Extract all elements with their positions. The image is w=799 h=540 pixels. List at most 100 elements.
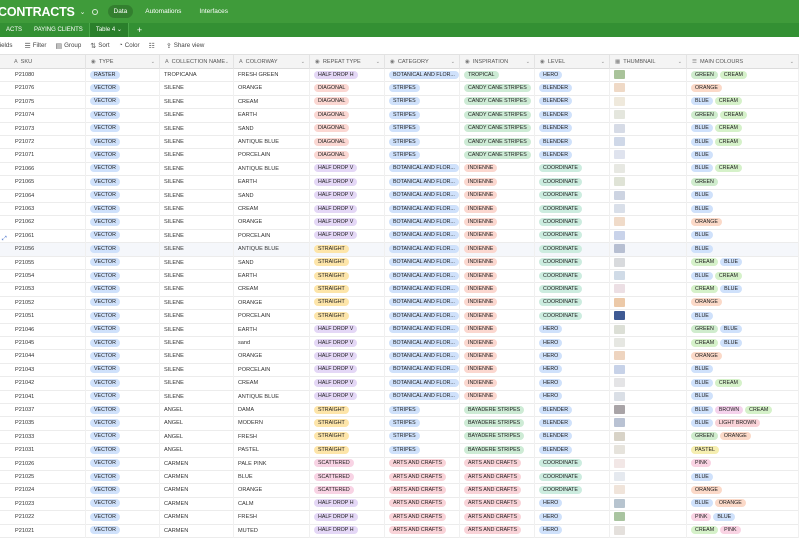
cell-category[interactable]: ARTS AND CRAFTS (385, 524, 460, 538)
cell-category[interactable]: STRIPES (385, 430, 460, 445)
cell-repeat-type[interactable]: HALF DROP V (310, 203, 385, 217)
cell-collection[interactable]: CARMEN (160, 524, 234, 538)
cell-main-colours[interactable]: CREAM PINK (687, 524, 799, 538)
cell-repeat-type[interactable]: SCATTERED (310, 484, 385, 498)
cell-type[interactable]: VECTOR (86, 270, 160, 284)
cell-collection[interactable]: CARMEN (160, 457, 234, 471)
cell-inspiration[interactable]: BAYADERE STRIPES (460, 444, 535, 458)
cell-inspiration[interactable]: INDIENNE (460, 229, 535, 244)
cell-sku[interactable]: P21075 (0, 95, 86, 110)
cell-type[interactable]: VECTOR (86, 524, 160, 538)
cell-level[interactable]: HERO (535, 390, 610, 404)
thumbnail-image[interactable] (614, 297, 625, 307)
cell-category[interactable]: BOTANICAL AND FLOR... (385, 283, 460, 297)
cell-main-colours[interactable]: ORANGE (687, 216, 799, 230)
cell-main-colours[interactable]: BLUE (687, 390, 799, 404)
cell-sku[interactable]: P21063 (0, 203, 86, 217)
cell-sku[interactable]: P21035 (0, 417, 86, 431)
cell-main-colours[interactable]: CREAM BLUE (687, 256, 799, 270)
cell-inspiration[interactable]: INDIENNE (460, 216, 535, 230)
cell-category[interactable]: BOTANICAL AND FLOR... (385, 162, 460, 177)
thumbnail-image[interactable] (614, 70, 625, 80)
table-row[interactable]: P21051 VECTOR SILENE PORCELAIN STRAIGHT BOTAN… (0, 310, 799, 324)
cell-category[interactable]: BOTANICAL AND FLOR... (385, 337, 460, 351)
cell-level[interactable]: COORDINATE (535, 283, 610, 297)
cell-level[interactable]: HERO (535, 350, 610, 364)
cell-collection[interactable]: SILENE (160, 283, 234, 297)
cell-level[interactable]: COORDINATE (535, 484, 610, 498)
cell-thumbnail[interactable] (610, 323, 687, 337)
cell-collection[interactable]: SILENE (160, 363, 234, 378)
cell-sku[interactable]: P21052 (0, 296, 86, 311)
table-row[interactable]: P21053 VECTOR SILENE CREAM STRAIGHT BOTANICAL… (0, 283, 799, 297)
cell-level[interactable]: BLENDER (535, 149, 610, 163)
chevron-down-icon[interactable]: ⌄ (678, 55, 682, 69)
cell-main-colours[interactable]: PINK (687, 457, 799, 471)
cell-level[interactable]: HERO (535, 323, 610, 337)
cell-collection[interactable]: SILENE (160, 390, 234, 404)
cell-level[interactable]: COORDINATE (535, 203, 610, 217)
cell-inspiration[interactable]: INDIENNE (460, 323, 535, 337)
cell-main-colours[interactable]: GREEN CREAM (687, 109, 799, 123)
cell-category[interactable]: BOTANICAL AND FLOR... (385, 203, 460, 217)
cell-category[interactable]: STRIPES (385, 122, 460, 136)
thumbnail-image[interactable] (614, 324, 625, 334)
cell-type[interactable]: VECTOR (86, 136, 160, 150)
cell-repeat-type[interactable]: DIAGONAL (310, 149, 385, 163)
cell-level[interactable]: HERO (535, 524, 610, 538)
cell-level[interactable]: COORDINATE (535, 162, 610, 177)
cell-type[interactable]: VECTOR (86, 337, 160, 351)
cell-sku[interactable]: P21037 (0, 404, 86, 418)
thumbnail-image[interactable] (614, 83, 625, 93)
cell-repeat-type[interactable]: HALF DROP V (310, 337, 385, 351)
thumbnail-image[interactable] (614, 418, 625, 428)
cell-thumbnail[interactable] (610, 162, 687, 177)
cell-sku[interactable]: P21046 (0, 323, 86, 337)
cell-thumbnail[interactable] (610, 283, 687, 297)
cell-sku[interactable]: P21042 (0, 377, 86, 391)
table-row[interactable]: P21066 VECTOR SILENE ANTIQUE BLUE HALF DROP … (0, 162, 799, 177)
thumbnail-image[interactable] (614, 431, 625, 441)
thumbnail-image[interactable] (614, 244, 625, 254)
cell-collection[interactable]: CARMEN (160, 511, 234, 525)
cell-collection[interactable]: ANGEL (160, 404, 234, 418)
cell-repeat-type[interactable]: HALF DROP V (310, 323, 385, 337)
table-row[interactable]: P21033 VECTOR ANGEL FRESH STRAIGHT STRIPES BAY… (0, 430, 799, 445)
cell-category[interactable]: ARTS AND CRAFTS (385, 471, 460, 485)
cell-thumbnail[interactable] (610, 377, 687, 391)
cell-repeat-type[interactable]: HALF DROP V (310, 363, 385, 378)
thumbnail-image[interactable] (614, 150, 625, 160)
cell-collection[interactable]: ANGEL (160, 430, 234, 445)
cell-level[interactable]: BLENDER (535, 136, 610, 150)
cell-colorway[interactable]: SAND (234, 256, 310, 270)
cell-colorway[interactable]: MUTED (234, 524, 310, 538)
cell-thumbnail[interactable] (610, 256, 687, 270)
cell-main-colours[interactable]: BLUE BROWN CREAM (687, 404, 799, 418)
cell-level[interactable]: COORDINATE (535, 310, 610, 324)
cell-colorway[interactable]: PORCELAIN (234, 149, 310, 163)
cell-inspiration[interactable]: BAYADERE STRIPES (460, 430, 535, 445)
cell-inspiration[interactable]: CANDY CANE STRIPES (460, 82, 535, 96)
cell-sku[interactable]: P21074 (0, 109, 86, 123)
table-row[interactable]: P21065 VECTOR SILENE EARTH HALF DROP V BOTANI… (0, 176, 799, 190)
thumbnail-image[interactable] (614, 271, 625, 281)
cell-thumbnail[interactable] (610, 497, 687, 512)
table-row[interactable]: P21024 VECTOR CARMEN ORANGE SCATTERED ARTS AN… (0, 484, 799, 498)
table-row[interactable]: P21043 VECTOR SILENE PORCELAIN HALF DROP V BO… (0, 363, 799, 378)
cell-sku[interactable]: P21033 (0, 430, 86, 445)
cell-collection[interactable]: SILENE (160, 296, 234, 311)
cell-type[interactable]: VECTOR (86, 471, 160, 485)
column-header-level[interactable]: ◉ LEVEL ⌄ (535, 55, 610, 69)
cell-category[interactable]: STRIPES (385, 444, 460, 458)
cell-type[interactable]: VECTOR (86, 176, 160, 190)
group-button[interactable]: ▤ Group (55, 42, 81, 50)
chevron-down-icon[interactable]: ⌄ (376, 55, 380, 69)
cell-level[interactable]: COORDINATE (535, 256, 610, 270)
cell-collection[interactable]: SILENE (160, 162, 234, 177)
cell-colorway[interactable]: MODERN (234, 417, 310, 431)
cell-colorway[interactable]: FRESH (234, 430, 310, 445)
cell-type[interactable]: VECTOR (86, 430, 160, 445)
cell-colorway[interactable]: ORANGE (234, 296, 310, 311)
cell-inspiration[interactable]: INDIENNE (460, 189, 535, 203)
cell-inspiration[interactable]: ARTS AND CRAFTS (460, 511, 535, 525)
